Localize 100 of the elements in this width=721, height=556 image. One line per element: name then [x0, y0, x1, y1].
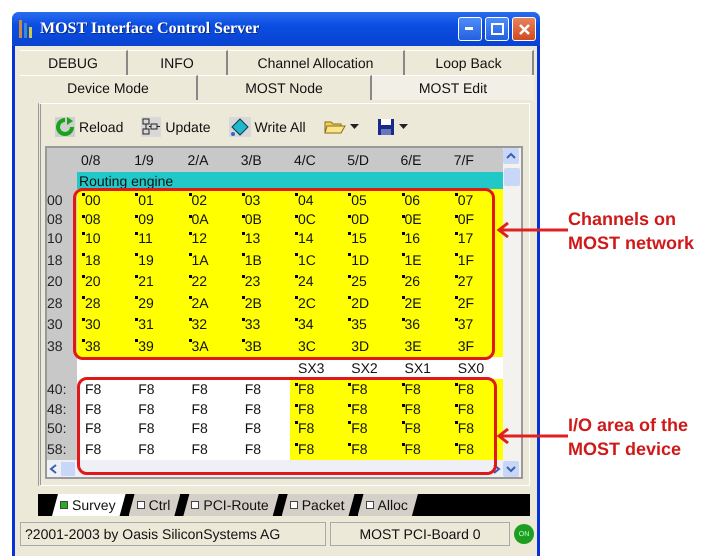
open-menu-button[interactable]	[324, 119, 359, 135]
grid-cell[interactable]: F8	[290, 438, 344, 460]
grid-cell[interactable]: F8	[77, 438, 130, 460]
grid-cell[interactable]: 0B	[236, 210, 290, 228]
grid-cell[interactable]: 00	[77, 189, 130, 210]
grid-cell[interactable]: 2A	[184, 292, 237, 314]
grid-cell[interactable]: 10	[77, 228, 130, 249]
tab[interactable]: MOST Node	[198, 75, 372, 100]
grid-cell[interactable]: F8	[184, 400, 237, 417]
grid-cell[interactable]: 23	[236, 270, 290, 292]
update-button[interactable]: Update	[141, 117, 211, 137]
grid-cell[interactable]: F8	[450, 417, 503, 438]
sheet-tab[interactable]: Ctrl	[128, 494, 180, 516]
grid-cell[interactable]: 2E	[396, 292, 450, 314]
grid-cell[interactable]: 1C	[290, 249, 344, 270]
grid-cell[interactable]: F8	[77, 400, 130, 417]
grid-cell[interactable]: 01	[130, 189, 184, 210]
grid-cell[interactable]: 22	[184, 270, 237, 292]
grid-cell[interactable]: 26	[396, 270, 450, 292]
grid-cell[interactable]: F8	[236, 417, 290, 438]
grid-cell[interactable]: 34	[290, 314, 344, 335]
grid-cell[interactable]: 13	[236, 228, 290, 249]
grid-cell[interactable]: 16	[396, 228, 450, 249]
grid-cell[interactable]: F8	[343, 400, 396, 417]
grid-cell[interactable]: 3C	[290, 335, 344, 356]
grid-cell[interactable]: 36	[396, 314, 450, 335]
write-button[interactable]: Write All	[228, 117, 306, 137]
grid-cell[interactable]: F8	[396, 438, 450, 460]
minimize-button[interactable]	[458, 17, 482, 41]
scroll-thumb[interactable]	[504, 168, 520, 186]
grid-cell[interactable]: 1F	[450, 249, 503, 270]
tab[interactable]: Loop Back	[405, 50, 534, 75]
grid-cell[interactable]: 1B	[236, 249, 290, 270]
grid-cell[interactable]: F8	[343, 438, 396, 460]
grid-cell[interactable]: 39	[130, 335, 184, 356]
grid-cell[interactable]: F8	[290, 378, 344, 400]
tab[interactable]: DEBUG	[20, 50, 128, 75]
grid-cell[interactable]: F8	[236, 438, 290, 460]
grid-cell[interactable]: 15	[343, 228, 396, 249]
grid-cell[interactable]: 29	[130, 292, 184, 314]
grid-cell[interactable]: F8	[450, 400, 503, 417]
grid-cell[interactable]: 21	[130, 270, 184, 292]
sheet-tab[interactable]: PCI-Route	[183, 494, 279, 516]
grid-cell[interactable]: F8	[184, 438, 237, 460]
reload-button[interactable]: Reload	[55, 117, 124, 137]
grid-cell[interactable]: 08	[77, 210, 130, 228]
grid-cell[interactable]: 04	[290, 189, 344, 210]
grid-cell[interactable]: 3B	[236, 335, 290, 356]
grid-cell[interactable]: 33	[236, 314, 290, 335]
grid-cell[interactable]: 28	[77, 292, 130, 314]
grid-cell[interactable]: F8	[236, 400, 290, 417]
grid-cell[interactable]: 35	[343, 314, 396, 335]
grid-cell[interactable]: F8	[130, 417, 184, 438]
grid-cell[interactable]: F8	[290, 400, 344, 417]
grid-cell[interactable]: 19	[130, 249, 184, 270]
grid-cell[interactable]: 12	[184, 228, 237, 249]
grid-cell[interactable]: 11	[130, 228, 184, 249]
maximize-button[interactable]	[485, 17, 509, 41]
grid-cell[interactable]: F8	[396, 400, 450, 417]
grid-cell[interactable]: 2C	[290, 292, 344, 314]
tab[interactable]: MOST Edit	[372, 75, 534, 100]
grid-cell[interactable]: 32	[184, 314, 237, 335]
grid-cell[interactable]: 3E	[396, 335, 450, 356]
grid-cell[interactable]: 38	[77, 335, 130, 356]
grid-cell[interactable]: 3F	[450, 335, 503, 356]
sheet-tab[interactable]: Packet	[282, 494, 355, 516]
tab[interactable]: Device Mode	[20, 75, 198, 100]
grid-cell[interactable]: 0A	[184, 210, 237, 228]
grid-cell[interactable]: 2F	[450, 292, 503, 314]
save-menu-button[interactable]	[376, 118, 408, 136]
grid-cell[interactable]: 20	[77, 270, 130, 292]
grid-cell[interactable]: F8	[184, 417, 237, 438]
grid-cell[interactable]: 31	[130, 314, 184, 335]
grid-cell[interactable]: 1A	[184, 249, 237, 270]
grid-cell[interactable]: F8	[130, 438, 184, 460]
grid-cell[interactable]: F8	[77, 378, 130, 400]
grid-cell[interactable]: 0D	[343, 210, 396, 228]
grid-cell[interactable]: 14	[290, 228, 344, 249]
grid-cell[interactable]: 3D	[343, 335, 396, 356]
close-button[interactable]	[512, 17, 536, 41]
grid-cell[interactable]: 1E	[396, 249, 450, 270]
grid-cell[interactable]: 1D	[343, 249, 396, 270]
grid-cell[interactable]: F8	[77, 417, 130, 438]
grid-cell[interactable]: F8	[236, 378, 290, 400]
grid-cell[interactable]: 05	[343, 189, 396, 210]
grid-cell[interactable]: 24	[290, 270, 344, 292]
grid-cell[interactable]: 09	[130, 210, 184, 228]
tab[interactable]: Channel Allocation	[228, 50, 405, 75]
grid-cell[interactable]: 25	[343, 270, 396, 292]
grid-cell[interactable]: 0E	[396, 210, 450, 228]
grid-cell[interactable]: F8	[396, 417, 450, 438]
grid-cell[interactable]: F8	[130, 378, 184, 400]
grid-cell[interactable]: F8	[130, 400, 184, 417]
grid-cell[interactable]: 0C	[290, 210, 344, 228]
grid-cell[interactable]: 2B	[236, 292, 290, 314]
tab[interactable]: INFO	[128, 50, 228, 75]
grid-cell[interactable]: 30	[77, 314, 130, 335]
grid-cell[interactable]: F8	[290, 417, 344, 438]
grid-cell[interactable]: 18	[77, 249, 130, 270]
grid-cell[interactable]: 2D	[343, 292, 396, 314]
